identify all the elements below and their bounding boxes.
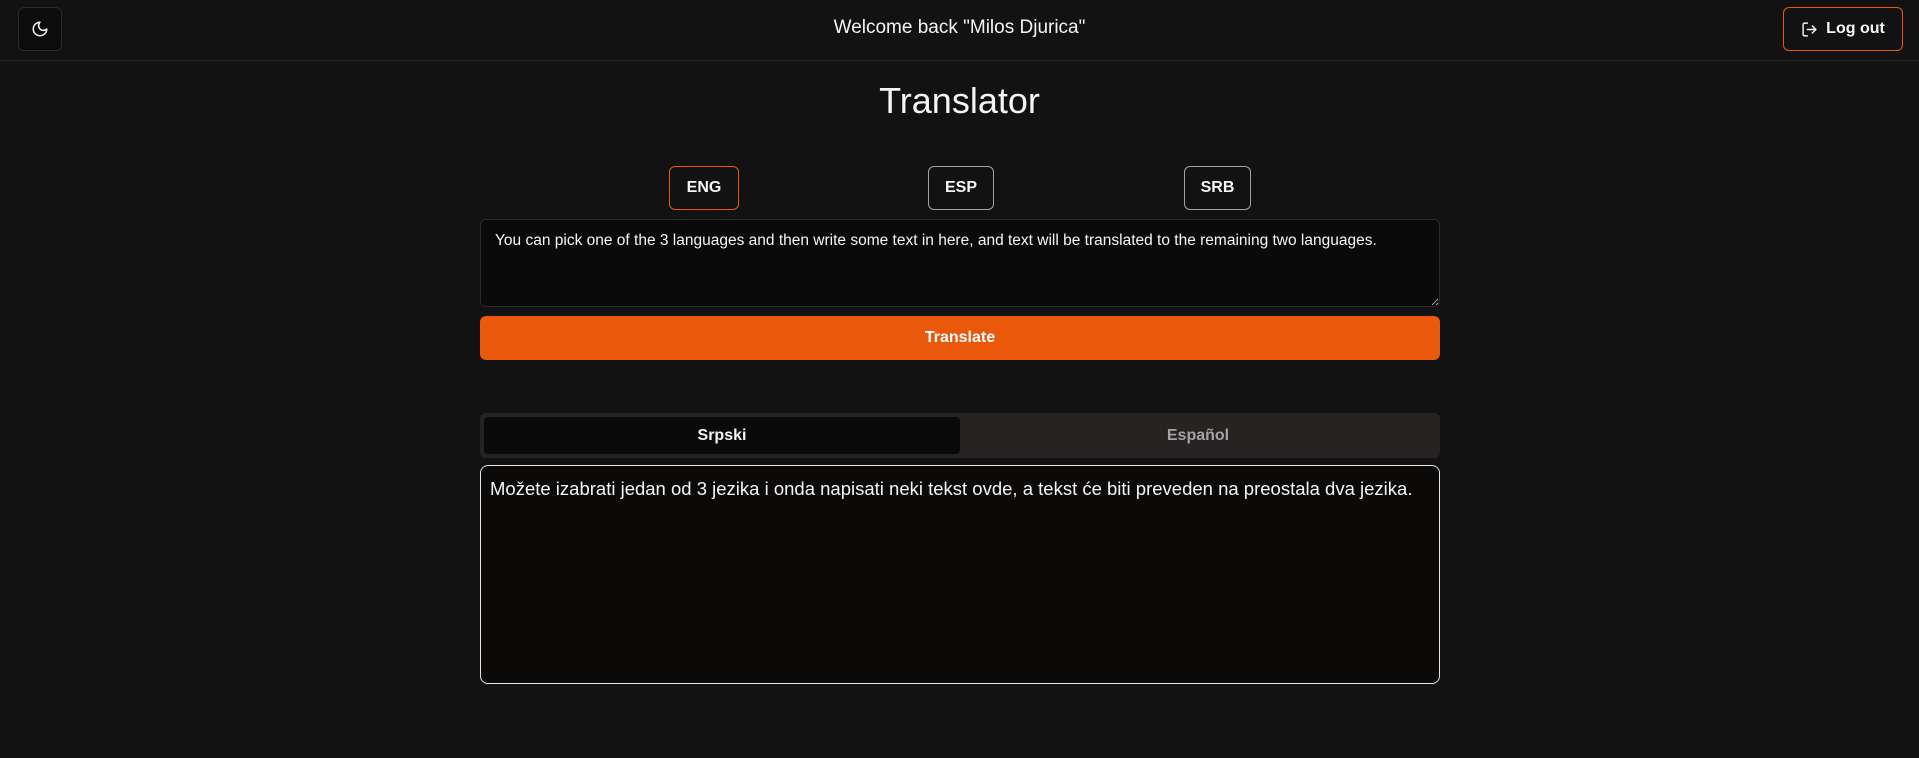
tab-srpski[interactable]: Srpski [484,417,960,454]
page-title: Translator [879,80,1040,121]
welcome-message: Welcome back "Milos Djurica" [833,17,1086,38]
language-button-esp[interactable]: ESP [928,166,994,210]
tab-espanol[interactable]: Español [960,417,1436,454]
source-text-input[interactable]: You can pick one of the 3 languages and … [480,219,1440,307]
result-tabs: Srpski Español [480,413,1440,458]
logout-button[interactable]: Log out [1783,7,1903,51]
language-button-eng[interactable]: ENG [669,166,739,210]
language-button-srb[interactable]: SRB [1184,166,1251,210]
top-bar: Welcome back "Milos Djurica" Log out [0,0,1919,61]
logout-label: Log out [1826,20,1885,37]
translate-button[interactable]: Translate [480,316,1440,360]
translation-output: Možete izabrati jedan od 3 jezika i onda… [480,465,1440,684]
log-out-icon [1802,21,1817,37]
